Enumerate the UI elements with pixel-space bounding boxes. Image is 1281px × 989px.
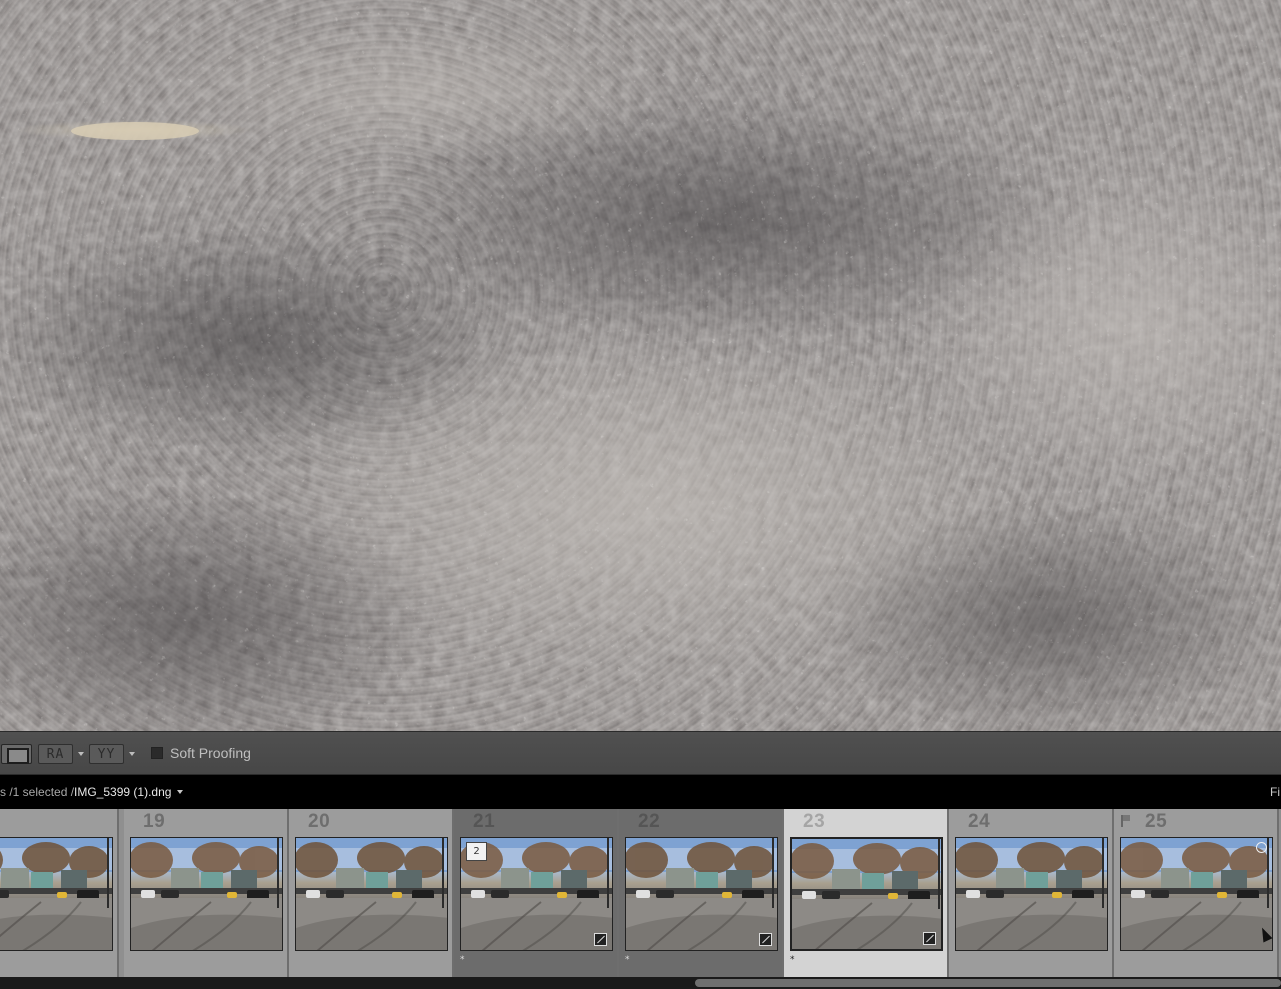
filter-label[interactable]: Fi [1270, 785, 1280, 799]
filmstrip-cell[interactable]: 24 [949, 809, 1114, 977]
photo-thumbnail[interactable] [955, 837, 1108, 951]
cell-index-number: 19 [143, 811, 166, 832]
quick-collection-circle-icon[interactable] [1256, 842, 1267, 853]
loupe-view-button[interactable] [1, 744, 32, 764]
street-scene-image [792, 839, 941, 949]
soft-proofing-label: Soft Proofing [170, 745, 251, 761]
street-scene-image [296, 838, 447, 950]
filmstrip-header: s /1 selected /IMG_5399 (1).dng Fi [0, 775, 1281, 809]
cell-index-number: 25 [1145, 811, 1168, 832]
street-scene-image [626, 838, 777, 950]
current-filename: IMG_5399 (1).dng [74, 785, 172, 799]
cell-index-number: 21 [473, 811, 496, 832]
rating-star-icon[interactable]: * [625, 955, 630, 965]
filmstrip-cell[interactable]: 19 [124, 809, 289, 977]
stack-count-badge[interactable]: 2 [466, 842, 487, 861]
photo-thumbnail[interactable] [130, 837, 283, 951]
compare-view-label: YY [97, 746, 116, 762]
before-after-dropdown-icon[interactable] [78, 752, 84, 756]
selection-count: s /1 selected / [0, 785, 75, 799]
photo-thumbnail[interactable] [790, 837, 943, 951]
filmstrip-scroll-thumb[interactable] [695, 979, 1281, 987]
asphalt-texture [0, 0, 1281, 731]
compare-dropdown-icon[interactable] [129, 752, 135, 756]
filmstrip-cell[interactable]: 23 * [784, 809, 949, 977]
rating-star-icon[interactable]: * [790, 955, 795, 965]
street-scene-image [131, 838, 282, 950]
flag-icon[interactable] [1121, 815, 1130, 827]
develop-adjustments-icon [923, 932, 936, 945]
develop-adjustments-icon [759, 933, 772, 946]
loupe-toolbar: RA YY Soft Proofing [0, 731, 1281, 775]
compare-view-button[interactable]: YY [89, 744, 124, 764]
before-after-label: RA [46, 746, 65, 762]
photo-thumbnail[interactable] [0, 837, 113, 951]
photo-thumbnail[interactable] [295, 837, 448, 951]
filmstrip-cell[interactable]: 22 * [619, 809, 784, 977]
photo-thumbnail[interactable] [625, 837, 778, 951]
cell-index-number: 20 [308, 811, 331, 832]
filmstrip-scrollbar[interactable] [0, 977, 1281, 989]
street-scene-image [0, 838, 112, 950]
before-after-button[interactable]: RA [38, 744, 73, 764]
filmstrip-cell[interactable]: 21 2 * [454, 809, 619, 977]
photo-thumbnail[interactable] [1120, 837, 1273, 951]
photo-thumbnail[interactable]: 2 [460, 837, 613, 951]
soft-proofing-checkbox[interactable] [151, 747, 163, 759]
cell-index-number: 24 [968, 811, 991, 832]
filmstrip-status[interactable]: s /1 selected /IMG_5399 (1).dng [0, 785, 184, 799]
filmstrip-cell[interactable]: 25 [1114, 809, 1279, 977]
filmstrip-cell[interactable]: 20 [289, 809, 454, 977]
filmstrip: 19 20 21 2 * 22 * 23 * 24 25 [0, 809, 1281, 977]
filmstrip-cell[interactable] [0, 809, 119, 977]
rating-star-icon[interactable]: * [460, 955, 465, 965]
filename-dropdown-icon[interactable] [177, 790, 184, 794]
cell-index-number: 23 [803, 811, 826, 832]
cell-index-number: 22 [638, 811, 661, 832]
develop-adjustments-icon [594, 933, 607, 946]
street-scene-image [956, 838, 1107, 950]
street-scene-image [1121, 838, 1272, 950]
main-photo-preview[interactable] [0, 0, 1281, 731]
